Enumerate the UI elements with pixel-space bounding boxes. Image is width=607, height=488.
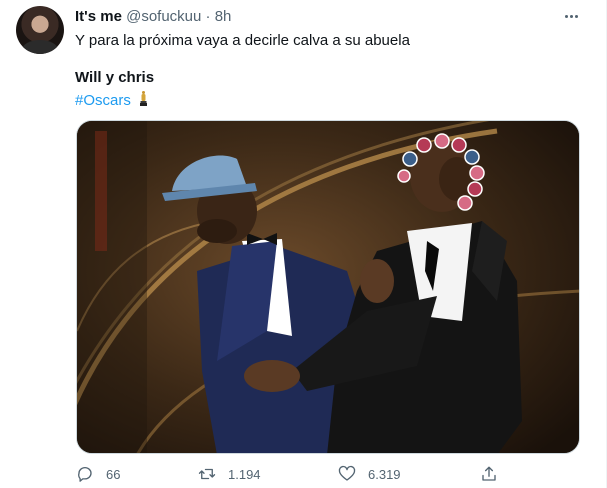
reply-icon — [78, 466, 92, 482]
retweet-button[interactable]: 1.194 — [198, 462, 261, 486]
user-handle[interactable]: @sofuckuu — [126, 8, 201, 25]
tweet-image[interactable] — [76, 120, 580, 454]
heart-icon — [338, 465, 356, 481]
tweet-header: It's me @sofuckuu · 8h — [75, 8, 231, 25]
retweet-icon — [198, 468, 216, 480]
tweet-text-bold: Will y chris — [75, 69, 155, 86]
meme-photo — [77, 121, 579, 453]
tweet-actions: 66 1.194 6.319 — [68, 462, 508, 486]
tweet-time[interactable]: 8h — [215, 8, 232, 25]
avatar[interactable] — [16, 6, 64, 54]
hashtag-text[interactable]: #Oscars — [75, 92, 131, 109]
hashtag-link[interactable]: #Oscars — [75, 91, 148, 109]
tweet-text: Y para la próxima vaya a decirle calva a… — [75, 32, 410, 49]
reply-button[interactable]: 66 — [76, 462, 120, 486]
trophy-icon — [140, 91, 148, 106]
display-name[interactable]: It's me — [75, 8, 122, 25]
share-button[interactable] — [480, 462, 510, 486]
reply-count: 66 — [106, 466, 121, 482]
share-icon — [482, 466, 496, 481]
more-horizontal-icon[interactable] — [561, 8, 581, 24]
like-button[interactable]: 6.319 — [338, 462, 401, 486]
separator-dot: · — [205, 8, 211, 25]
retweet-count: 1.194 — [228, 466, 261, 482]
like-count: 6.319 — [368, 466, 401, 482]
tweet-card[interactable]: It's me @sofuckuu · 8h Y para la próxima… — [0, 0, 607, 488]
